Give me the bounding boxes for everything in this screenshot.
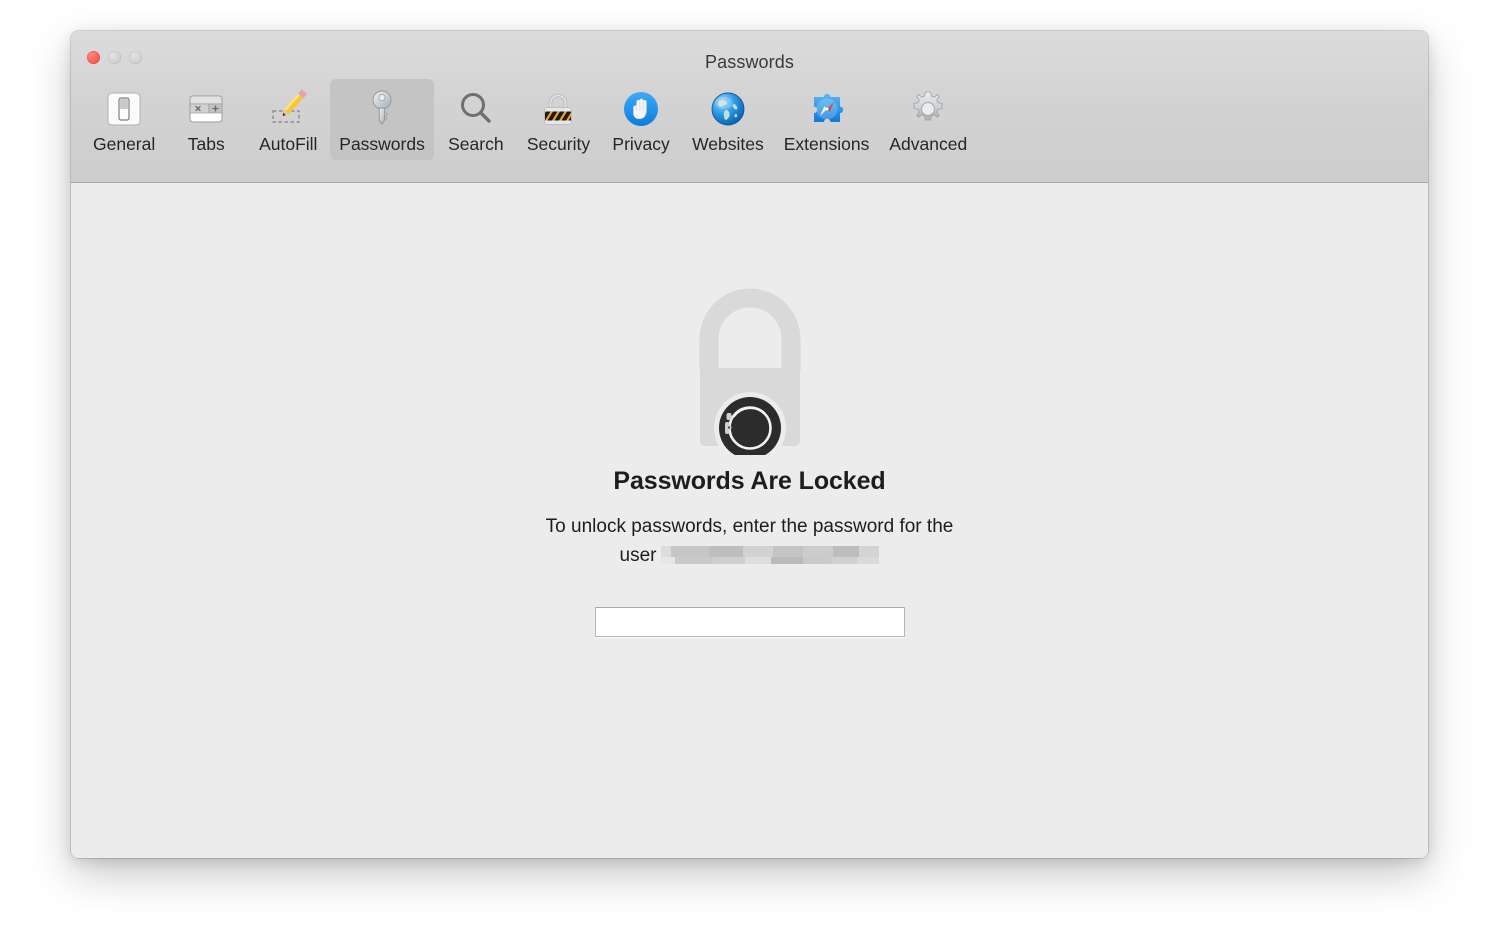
toolbar-item-security[interactable]: Security: [518, 79, 599, 160]
preferences-toolbar: General Tabs AutoFill Passwords Search S…: [71, 79, 1428, 179]
toolbar-item-label: Passwords: [339, 134, 425, 154]
padlock-hazard-icon: [535, 86, 581, 132]
gear-icon: [905, 86, 951, 132]
window-title: Passwords: [705, 52, 794, 72]
hand-icon: [618, 86, 664, 132]
toolbar-item-passwords[interactable]: Passwords: [330, 79, 434, 160]
window-chrome: Passwords General Tabs AutoFill Password…: [71, 31, 1428, 183]
toolbar-item-label: Tabs: [187, 134, 225, 154]
page-title: Passwords Are Locked: [613, 467, 886, 495]
tabs-icon: [183, 86, 229, 132]
toolbar-item-extensions[interactable]: Extensions: [775, 79, 879, 160]
toolbar-item-label: Advanced: [889, 134, 968, 154]
puzzle-compass-icon: [804, 86, 850, 132]
toolbar-item-label: Websites: [692, 134, 764, 154]
locked-padlock-with-watch-icon: [664, 283, 836, 464]
redacted-username: [661, 546, 880, 565]
toolbar-item-label: AutoFill: [259, 134, 318, 154]
key-icon: [359, 86, 405, 132]
preferences-window: Passwords General Tabs AutoFill Password…: [71, 31, 1428, 858]
pencil-icon: [265, 86, 311, 132]
unlock-instructions: To unlock passwords, enter the password …: [480, 512, 1020, 571]
passwords-locked-panel: Passwords Are Locked To unlock passwords…: [71, 283, 1428, 637]
toolbar-item-privacy[interactable]: Privacy: [601, 79, 681, 160]
toolbar-item-label: Security: [526, 134, 591, 154]
password-input[interactable]: [594, 606, 905, 637]
toolbar-item-label: Privacy: [612, 134, 670, 154]
toolbar-item-websites[interactable]: Websites: [683, 79, 773, 160]
magnifier-icon: [453, 86, 499, 132]
preferences-content: Passwords Are Locked To unlock passwords…: [71, 183, 1428, 858]
globe-icon: [705, 86, 751, 132]
unlock-instructions-line1: To unlock passwords, enter the password …: [545, 516, 954, 537]
toolbar-item-search[interactable]: Search: [436, 79, 516, 160]
toolbar-item-label: General: [93, 134, 156, 154]
unlock-instructions-line2: user: [619, 545, 657, 567]
toolbar-item-general[interactable]: General: [84, 79, 164, 160]
switch-icon: [101, 86, 147, 132]
toolbar-item-autofill[interactable]: AutoFill: [248, 79, 328, 160]
toolbar-item-tabs[interactable]: Tabs: [166, 79, 246, 160]
toolbar-item-advanced[interactable]: Advanced: [880, 79, 976, 160]
toolbar-item-label: Extensions: [783, 134, 870, 154]
toolbar-item-label: Search: [448, 134, 504, 154]
